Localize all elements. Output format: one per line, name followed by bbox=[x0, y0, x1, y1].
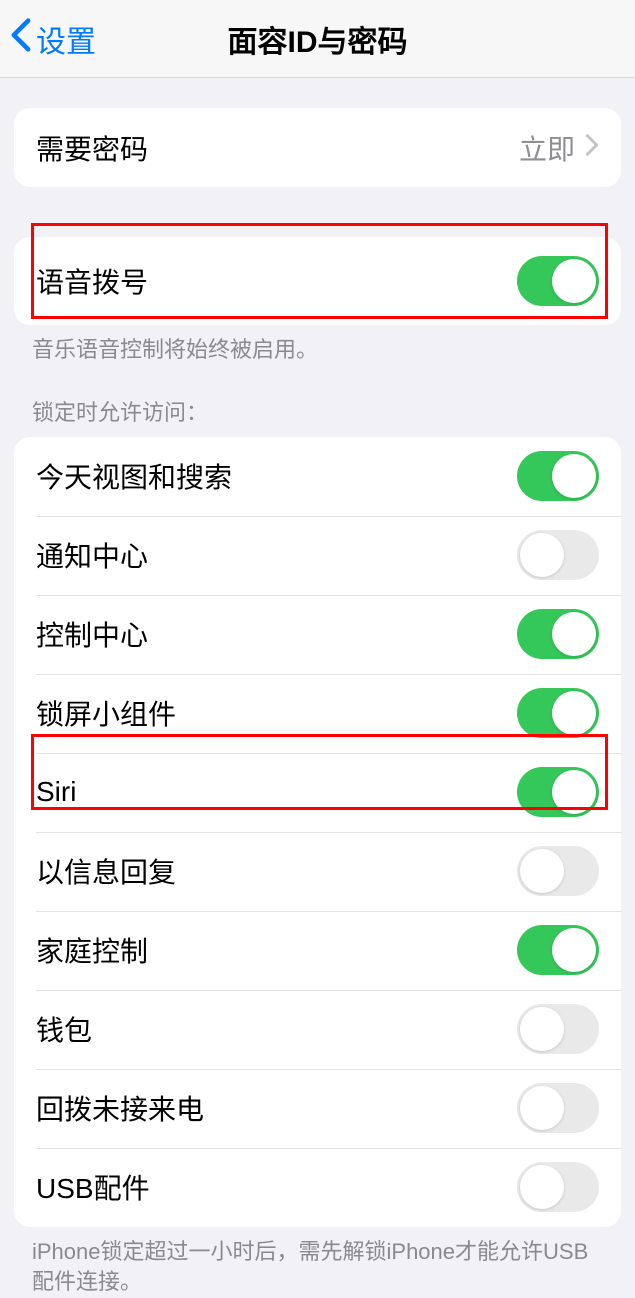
toggle-voice-dial[interactable] bbox=[517, 256, 599, 306]
row-lockscreen-item: USB配件 bbox=[14, 1148, 621, 1227]
group-footer-text: 音乐语音控制将始终被启用。 bbox=[0, 325, 635, 366]
toggle-switch[interactable] bbox=[517, 1162, 599, 1212]
row-lockscreen-item: 回拨未接来电 bbox=[14, 1069, 621, 1148]
group-lockscreen-access: 今天视图和搜索通知中心控制中心锁屏小组件 Siri 以信息回复家庭控制钱包回拨未接来… bbox=[14, 437, 621, 1227]
row-require-passcode[interactable]: 需要密码 立即 bbox=[14, 108, 621, 187]
toggle-switch[interactable] bbox=[517, 925, 599, 975]
toggle-switch[interactable] bbox=[517, 846, 599, 896]
row-lockscreen-item: 通知中心 bbox=[14, 516, 621, 595]
toggle-switch[interactable] bbox=[517, 451, 599, 501]
row-voice-dial: 语音拨号 bbox=[14, 237, 621, 325]
group-header-text: 锁定时允许访问： bbox=[0, 366, 635, 431]
toggle-switch[interactable] bbox=[517, 1083, 599, 1133]
toggle-switch[interactable] bbox=[517, 767, 599, 817]
row-label: 钱包 bbox=[36, 1009, 92, 1049]
row-label: 今天视图和搜索 bbox=[36, 456, 232, 496]
row-value: 立即 bbox=[519, 128, 575, 168]
nav-header: 设置 面容ID与密码 bbox=[0, 0, 635, 78]
group-require-passcode: 需要密码 立即 bbox=[14, 108, 621, 187]
toggle-switch[interactable] bbox=[517, 688, 599, 738]
row-label: 需要密码 bbox=[36, 128, 148, 168]
row-lockscreen-item: 控制中心 bbox=[14, 595, 621, 674]
chevron-right-icon bbox=[585, 133, 599, 162]
toggle-switch[interactable] bbox=[517, 1004, 599, 1054]
group-footer-text: iPhone锁定超过一小时后，需先解锁iPhone才能允许USB配件连接。 bbox=[0, 1227, 635, 1298]
row-lockscreen-item: 今天视图和搜索 bbox=[14, 437, 621, 516]
group-voice-dial: 语音拨号 bbox=[14, 237, 621, 325]
back-button[interactable]: 设置 bbox=[0, 17, 96, 61]
toggle-switch[interactable] bbox=[517, 609, 599, 659]
row-lockscreen-item: 钱包 bbox=[14, 990, 621, 1069]
row-lockscreen-item: 以信息回复 bbox=[14, 832, 621, 911]
row-label: USB配件 bbox=[36, 1167, 150, 1207]
row-lockscreen-item: 锁屏小组件 bbox=[14, 674, 621, 753]
back-label: 设置 bbox=[36, 17, 96, 61]
row-label: 控制中心 bbox=[36, 614, 148, 654]
row-lockscreen-item: 家庭控制 bbox=[14, 911, 621, 990]
toggle-switch[interactable] bbox=[517, 530, 599, 580]
row-label: 回拨未接来电 bbox=[36, 1088, 204, 1128]
row-label: 锁屏小组件 bbox=[36, 693, 176, 733]
row-label: Siri bbox=[36, 776, 76, 808]
row-lockscreen-item: Siri bbox=[14, 753, 621, 832]
chevron-left-icon bbox=[10, 17, 32, 61]
row-label: 以信息回复 bbox=[36, 851, 176, 891]
row-label: 家庭控制 bbox=[36, 930, 148, 970]
row-label: 语音拨号 bbox=[36, 261, 148, 301]
row-label: 通知中心 bbox=[36, 535, 148, 575]
